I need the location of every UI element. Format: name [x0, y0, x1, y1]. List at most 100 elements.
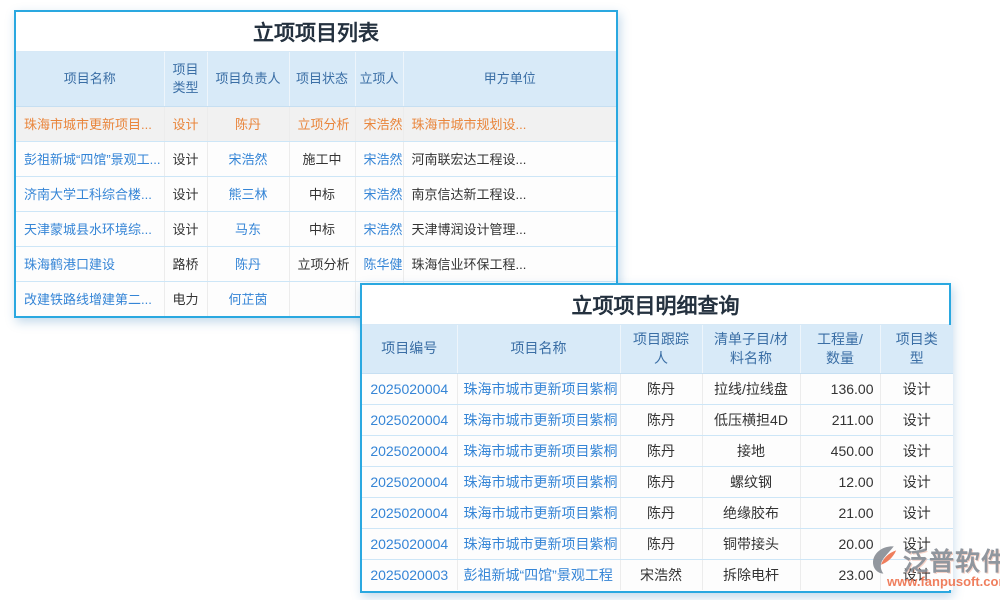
- project-type-cell: 设计: [880, 559, 953, 590]
- column-header-project-status: 项目状态: [289, 52, 355, 106]
- material-name-cell: 绝缘胶布: [702, 497, 800, 528]
- material-name-cell: 拆除电杆: [702, 559, 800, 590]
- table-row[interactable]: 2025020003彭祖新城“四馆”景观工程宋浩然拆除电杆23.00设计: [362, 559, 953, 590]
- project-tracker-cell: 陈丹: [620, 404, 702, 435]
- project-name-cell[interactable]: 珠海市城市更新项目紫桐: [457, 466, 620, 497]
- material-name-cell: 螺纹钢: [702, 466, 800, 497]
- list-table-title: 立项项目列表: [16, 12, 616, 52]
- project-name-cell[interactable]: 天津蒙城县水环境综...: [16, 211, 164, 246]
- column-header-material-name: 清单子目/材料名称: [702, 325, 800, 373]
- project-type-cell: 路桥: [164, 246, 207, 281]
- table-row[interactable]: 2025020004珠海市城市更新项目紫桐陈丹绝缘胶布21.00设计: [362, 497, 953, 528]
- project-type-cell: 设计: [164, 176, 207, 211]
- table-row[interactable]: 2025020004珠海市城市更新项目紫桐陈丹接地450.00设计: [362, 435, 953, 466]
- column-header-quantity: 工程量/数量: [800, 325, 880, 373]
- project-manager-cell[interactable]: 陈丹: [207, 246, 289, 281]
- detail-table-title: 立项项目明细查询: [362, 285, 949, 325]
- project-detail-panel: 立项项目明细查询 项目编号项目名称项目跟踪人清单子目/材料名称工程量/数量项目类…: [360, 283, 951, 593]
- project-type-cell: 设计: [164, 141, 207, 176]
- initiator-cell[interactable]: 陈华健: [355, 246, 403, 281]
- project-name-cell[interactable]: 珠海市城市更新项目...: [16, 106, 164, 141]
- material-name-cell: 拉线/拉线盘: [702, 373, 800, 404]
- project-name-cell[interactable]: 济南大学工科综合楼...: [16, 176, 164, 211]
- material-name-cell: 低压横担4D: [702, 404, 800, 435]
- client-unit-cell: 珠海信业环保工程...: [403, 246, 616, 281]
- project-status-cell: 立项分析: [289, 246, 355, 281]
- project-manager-cell[interactable]: 陈丹: [207, 106, 289, 141]
- quantity-cell: 211.00: [800, 404, 880, 435]
- table-row[interactable]: 珠海鹤港口建设路桥陈丹立项分析陈华健珠海信业环保工程...: [16, 246, 616, 281]
- project-name-cell[interactable]: 彭祖新城“四馆”景观工...: [16, 141, 164, 176]
- quantity-cell: 450.00: [800, 435, 880, 466]
- project-name-cell[interactable]: 珠海市城市更新项目紫桐: [457, 497, 620, 528]
- column-header-project-type: 项目类型: [880, 325, 953, 373]
- project-tracker-cell: 陈丹: [620, 373, 702, 404]
- initiator-cell[interactable]: 宋浩然: [355, 106, 403, 141]
- project-code-cell[interactable]: 2025020004: [362, 528, 457, 559]
- project-type-cell: 设计: [164, 211, 207, 246]
- header-row: 项目编号项目名称项目跟踪人清单子目/材料名称工程量/数量项目类型: [362, 325, 953, 373]
- quantity-cell: 23.00: [800, 559, 880, 590]
- project-name-cell[interactable]: 珠海市城市更新项目紫桐: [457, 373, 620, 404]
- project-type-cell: 设计: [880, 404, 953, 435]
- project-type-cell: 设计: [880, 497, 953, 528]
- project-detail-table: 项目编号项目名称项目跟踪人清单子目/材料名称工程量/数量项目类型20250200…: [362, 325, 953, 590]
- initiator-cell[interactable]: 宋浩然: [355, 176, 403, 211]
- project-tracker-cell: 陈丹: [620, 466, 702, 497]
- project-status-cell: 立项分析: [289, 106, 355, 141]
- project-name-cell[interactable]: 珠海市城市更新项目紫桐: [457, 435, 620, 466]
- project-code-cell[interactable]: 2025020004: [362, 466, 457, 497]
- material-name-cell: 接地: [702, 435, 800, 466]
- project-status-cell: 中标: [289, 211, 355, 246]
- material-name-cell: 铜带接头: [702, 528, 800, 559]
- project-type-cell: 设计: [164, 106, 207, 141]
- table-row[interactable]: 2025020004珠海市城市更新项目紫桐陈丹螺纹钢12.00设计: [362, 466, 953, 497]
- project-manager-cell[interactable]: 何芷茵: [207, 281, 289, 316]
- project-type-cell: 设计: [880, 373, 953, 404]
- project-list-panel: 立项项目列表 项目名称项目类型项目负责人项目状态立项人甲方单位珠海市城市更新项目…: [14, 10, 618, 318]
- project-list-table: 项目名称项目类型项目负责人项目状态立项人甲方单位珠海市城市更新项目...设计陈丹…: [16, 52, 616, 316]
- project-type-cell: 设计: [880, 435, 953, 466]
- project-status-cell: 中标: [289, 176, 355, 211]
- table-row[interactable]: 彭祖新城“四馆”景观工...设计宋浩然施工中宋浩然河南联宏达工程设...: [16, 141, 616, 176]
- column-header-project-code: 项目编号: [362, 325, 457, 373]
- initiator-cell[interactable]: 宋浩然: [355, 211, 403, 246]
- project-name-cell[interactable]: 彭祖新城“四馆”景观工程: [457, 559, 620, 590]
- client-unit-cell: 河南联宏达工程设...: [403, 141, 616, 176]
- column-header-client-unit: 甲方单位: [403, 52, 616, 106]
- table-row[interactable]: 珠海市城市更新项目...设计陈丹立项分析宋浩然珠海市城市规划设...: [16, 106, 616, 141]
- project-name-cell[interactable]: 改建铁路线增建第二...: [16, 281, 164, 316]
- table-row[interactable]: 2025020004珠海市城市更新项目紫桐陈丹铜带接头20.00设计: [362, 528, 953, 559]
- project-manager-cell[interactable]: 宋浩然: [207, 141, 289, 176]
- quantity-cell: 12.00: [800, 466, 880, 497]
- column-header-initiator: 立项人: [355, 52, 403, 106]
- table-row[interactable]: 济南大学工科综合楼...设计熊三林中标宋浩然南京信达新工程设...: [16, 176, 616, 211]
- table-row[interactable]: 天津蒙城县水环境综...设计马东中标宋浩然天津博润设计管理...: [16, 211, 616, 246]
- project-manager-cell[interactable]: 马东: [207, 211, 289, 246]
- project-manager-cell[interactable]: 熊三林: [207, 176, 289, 211]
- project-tracker-cell: 陈丹: [620, 528, 702, 559]
- project-code-cell[interactable]: 2025020004: [362, 373, 457, 404]
- project-name-cell[interactable]: 珠海市城市更新项目紫桐: [457, 528, 620, 559]
- quantity-cell: 21.00: [800, 497, 880, 528]
- column-header-project-tracker: 项目跟踪人: [620, 325, 702, 373]
- project-code-cell[interactable]: 2025020004: [362, 404, 457, 435]
- project-name-cell[interactable]: 珠海市城市更新项目紫桐: [457, 404, 620, 435]
- project-name-cell[interactable]: 珠海鹤港口建设: [16, 246, 164, 281]
- column-header-project-name: 项目名称: [457, 325, 620, 373]
- project-tracker-cell: 宋浩然: [620, 559, 702, 590]
- table-row[interactable]: 2025020004珠海市城市更新项目紫桐陈丹拉线/拉线盘136.00设计: [362, 373, 953, 404]
- column-header-project-name: 项目名称: [16, 52, 164, 106]
- project-type-cell: 设计: [880, 528, 953, 559]
- project-status-cell: [289, 281, 355, 316]
- quantity-cell: 20.00: [800, 528, 880, 559]
- project-code-cell[interactable]: 2025020004: [362, 435, 457, 466]
- project-code-cell[interactable]: 2025020003: [362, 559, 457, 590]
- project-code-cell[interactable]: 2025020004: [362, 497, 457, 528]
- header-row: 项目名称项目类型项目负责人项目状态立项人甲方单位: [16, 52, 616, 106]
- client-unit-cell: 南京信达新工程设...: [403, 176, 616, 211]
- initiator-cell[interactable]: 宋浩然: [355, 141, 403, 176]
- column-header-project-manager: 项目负责人: [207, 52, 289, 106]
- client-unit-cell: 珠海市城市规划设...: [403, 106, 616, 141]
- table-row[interactable]: 2025020004珠海市城市更新项目紫桐陈丹低压横担4D211.00设计: [362, 404, 953, 435]
